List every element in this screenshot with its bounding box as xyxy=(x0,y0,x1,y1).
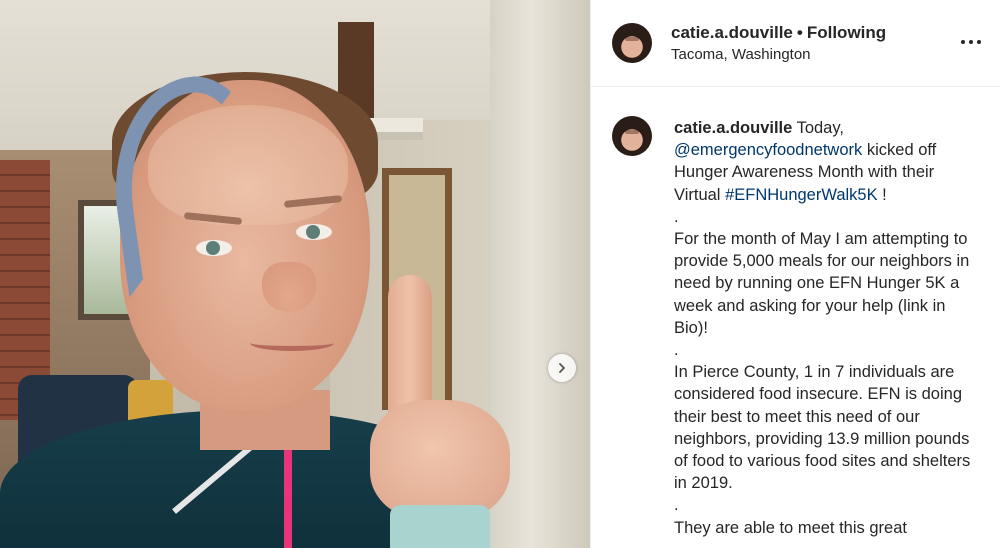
dot xyxy=(969,40,973,44)
post-photo[interactable] xyxy=(0,0,590,548)
caption-paragraph: For the month of May I am attempting to … xyxy=(674,230,970,337)
separator: • xyxy=(796,23,803,42)
post-sidebar: catie.a.douville • Following Tacoma, Washi… xyxy=(590,0,1000,548)
caption-dot: . xyxy=(674,496,679,515)
hashtag-link[interactable]: #EFNHungerWalk5K xyxy=(725,186,878,204)
mention-link[interactable]: @emergencyfoodnetwork xyxy=(674,141,862,159)
eye-left xyxy=(196,240,232,256)
post-header: catie.a.douville • Following Tacoma, Washi… xyxy=(591,0,1000,87)
more-options-icon[interactable] xyxy=(961,33,983,51)
chevron-right-icon xyxy=(559,363,565,373)
caption-username-link[interactable]: catie.a.douville xyxy=(674,119,792,137)
caption-dot: . xyxy=(674,207,679,226)
caption-paragraph: In Pierce County, 1 in 7 individuals are… xyxy=(674,363,971,493)
caption-paragraph: They are able to meet this great xyxy=(674,518,907,537)
caption-text: catie.a.douville Today, @emergencyfoodnet… xyxy=(674,117,979,539)
dot xyxy=(961,40,965,44)
hand xyxy=(370,400,510,520)
caption-dot: . xyxy=(674,341,679,360)
nose xyxy=(262,262,316,312)
next-photo-button[interactable] xyxy=(548,354,576,382)
follow-button[interactable]: Following xyxy=(807,23,886,42)
location-link[interactable]: Tacoma, Washington xyxy=(671,46,811,63)
caption-text-segment: Today, xyxy=(792,119,844,137)
post-header-title: catie.a.douville • Following xyxy=(671,23,886,43)
caption-avatar[interactable] xyxy=(612,116,652,156)
caption-text-segment: ! xyxy=(877,185,887,204)
avatar[interactable] xyxy=(612,23,652,63)
caption-paragraph: catie.a.douville Today, @emergencyfoodnet… xyxy=(674,117,979,206)
sleeve-cuff xyxy=(390,505,490,548)
username-link[interactable]: catie.a.douville xyxy=(671,23,793,42)
smile xyxy=(250,335,334,351)
caption-area: catie.a.douville Today, @emergencyfoodnet… xyxy=(591,88,1000,548)
dot xyxy=(977,40,981,44)
eye-right xyxy=(296,224,332,240)
